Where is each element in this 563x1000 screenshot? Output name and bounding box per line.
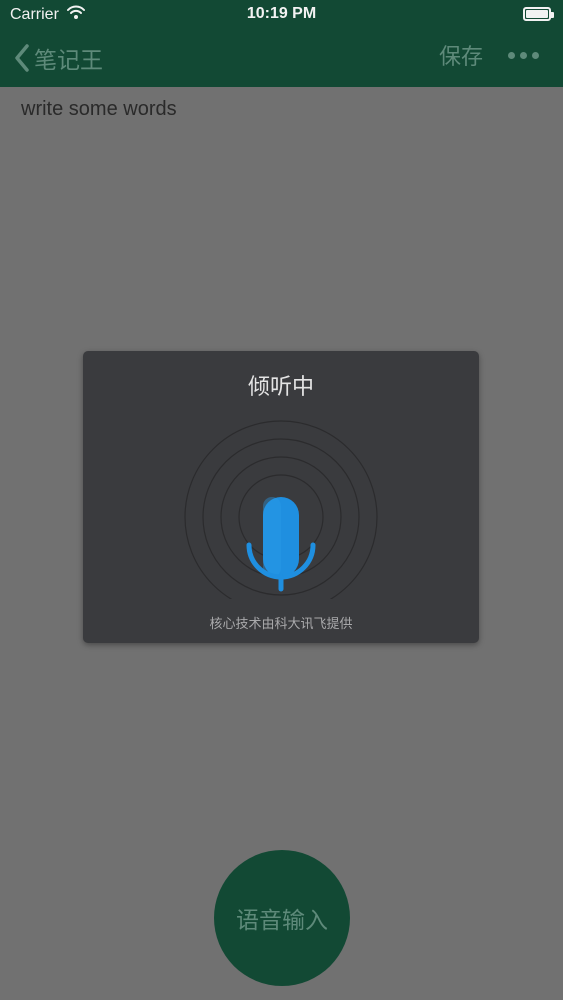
microphone-icon xyxy=(246,497,316,592)
note-text-area[interactable]: write some words xyxy=(21,98,541,121)
back-button[interactable]: 笔记王 xyxy=(14,42,103,74)
back-label: 笔记王 xyxy=(34,48,103,74)
battery-icon xyxy=(523,7,554,21)
microphone-area xyxy=(181,409,381,614)
dialog-footer: 核心技术由科大讯飞提供 xyxy=(209,617,353,632)
dialog-title: 倾听中 xyxy=(247,375,314,400)
status-time: 10:19 PM xyxy=(246,5,317,22)
nav-bar: 笔记王 保存 xyxy=(0,30,563,87)
voice-recognition-dialog: 倾听中 核心技术由科大讯飞提供 xyxy=(83,351,479,643)
sound-wave-icon xyxy=(184,420,378,614)
status-bar: Carrier 10:19 PM xyxy=(0,0,563,30)
back-chevron-icon xyxy=(14,44,30,72)
voice-input-button[interactable]: 语音输入 xyxy=(214,850,350,986)
save-button[interactable]: 保存 xyxy=(439,42,483,74)
more-icon[interactable] xyxy=(508,52,539,59)
